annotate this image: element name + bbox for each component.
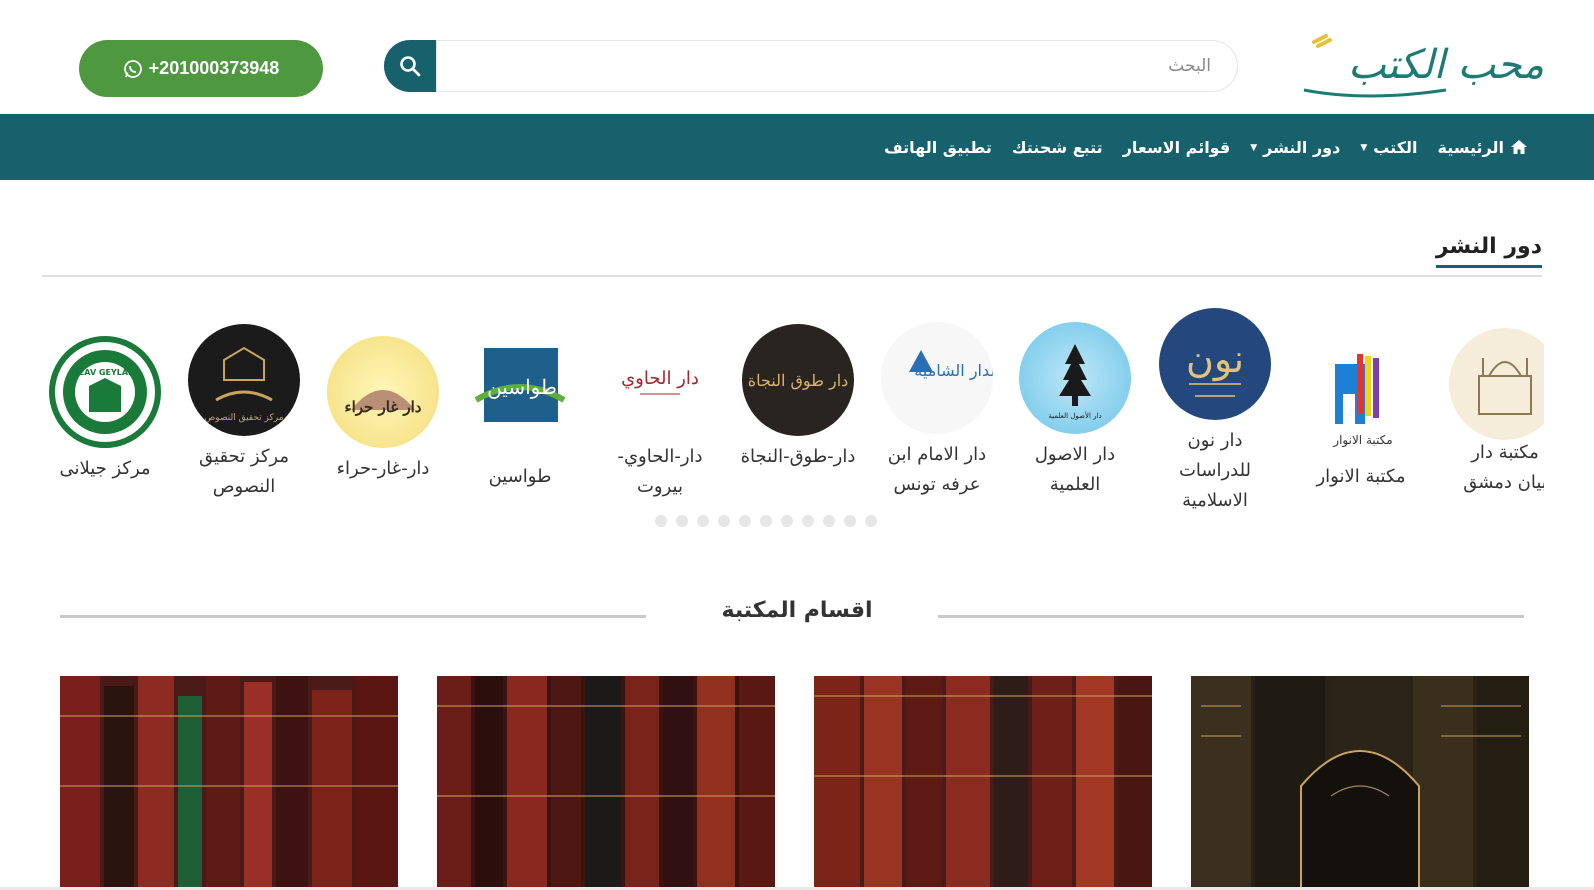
nav-books-label: الكتب (1373, 137, 1418, 157)
category-image (1191, 676, 1529, 890)
publisher-logo: GEAV GEYLANI (49, 336, 161, 448)
carousel-dot[interactable] (676, 515, 688, 527)
category-image (437, 676, 775, 890)
carousel-dot[interactable] (718, 515, 730, 527)
publisher-name: دار نون للدراسات الاسلامية (1178, 430, 1252, 511)
carousel-dot[interactable] (760, 515, 772, 527)
publisher-item[interactable]: طواسين طواسين (455, 344, 585, 492)
nav-track-shipment-label: تتبع شحنتك (1011, 137, 1103, 157)
publisher-name: دار-طوق-النجاة (740, 446, 856, 467)
nav-price-lists-label: قوائم الاسعار (1122, 137, 1231, 157)
publisher-logo: مكتبة الانوار (1305, 344, 1417, 456)
section-divider (42, 275, 1542, 277)
category-card[interactable] (814, 676, 1152, 890)
publisher-logo-text: مكتبة الانوار (1332, 433, 1392, 448)
publisher-logo: دار الحاوي (604, 324, 716, 436)
publisher-logo-text: دار الأصول العلمية (1048, 411, 1101, 420)
publisher-name: مكتبة دار بيان دمشق (1463, 442, 1544, 493)
publisher-logo-text: دار طوق النجاة (748, 371, 849, 390)
publisher-name: مكتبة الانوار (1316, 466, 1406, 487)
publisher-logo-text: GEAV GEYLANI (72, 368, 137, 377)
search-button[interactable] (384, 40, 436, 92)
publisher-item[interactable]: دار طوق النجاة دار-طوق-النجاة (733, 324, 863, 472)
publisher-item[interactable]: مكتبة الانوار مكتبة الانوار (1296, 344, 1426, 492)
category-image (814, 676, 1152, 890)
categories-title: اقسام المكتبة (721, 598, 873, 623)
nav-publishers[interactable]: دور النشر ▼ (1250, 138, 1340, 157)
publisher-name: دار-الحاوي-بيروت (617, 446, 703, 497)
carousel-dot[interactable] (844, 515, 856, 527)
publisher-logo-text: طواسين (487, 375, 557, 399)
category-card[interactable] (1191, 676, 1529, 890)
search-bar (384, 40, 1238, 92)
publisher-logo-text: دار الحاوي (621, 368, 699, 389)
publisher-name: طواسين (488, 466, 552, 487)
publisher-item[interactable]: الدار الشامية دار الامام ابن عرفه تونس (872, 322, 1002, 500)
carousel-dot[interactable] (781, 515, 793, 527)
publisher-name: دار-غار-حراء (336, 458, 430, 479)
publisher-item[interactable]: مكتبة دار بيان دمشق (1440, 328, 1544, 498)
nav-price-lists[interactable]: قوائم الاسعار (1123, 138, 1231, 157)
carousel-dot[interactable] (865, 515, 877, 527)
publisher-item[interactable]: نون دار نون للدراسات الاسلامية (1150, 308, 1280, 516)
publishers-title: دور النشر (1435, 234, 1542, 268)
home-icon (1511, 140, 1527, 154)
nav-books[interactable]: الكتب ▼ (1360, 138, 1417, 157)
publisher-logo (1449, 328, 1544, 440)
publisher-name: دار الاصول العلمية (1034, 444, 1116, 495)
site-logo[interactable]: محب الكتب (1296, 30, 1546, 100)
publisher-logo: نون (1159, 308, 1271, 420)
logo-text: محب الكتب (1348, 42, 1544, 88)
publisher-logo-text: نون (1186, 337, 1244, 382)
carousel-dot[interactable] (739, 515, 751, 527)
publisher-name: دار الامام ابن عرفه تونس (887, 444, 987, 495)
publisher-logo: دار الأصول العلمية (1019, 322, 1131, 434)
publisher-logo-text: مركز تحقيق النصوص (204, 413, 283, 423)
chevron-down-icon: ▼ (1250, 143, 1258, 153)
search-input[interactable] (436, 40, 1238, 92)
section-divider (938, 615, 1524, 618)
carousel-dot[interactable] (655, 515, 667, 527)
nav-home[interactable]: الرئيسية (1438, 138, 1529, 157)
nav-track-shipment[interactable]: تتبع شحنتك (1012, 138, 1103, 157)
carousel-dot[interactable] (697, 515, 709, 527)
publisher-item[interactable]: مركز تحقيق النصوص مركز تحقيق النصوص (179, 324, 309, 502)
whatsapp-phone: +201000373948 (148, 58, 280, 78)
publisher-item[interactable]: دار الحاوي دار-الحاوي-بيروت (595, 324, 725, 502)
chevron-down-icon: ▼ (1360, 143, 1368, 153)
carousel-dot[interactable] (802, 515, 814, 527)
publisher-item[interactable]: دار غار حراء دار-غار-حراء (318, 336, 448, 484)
publisher-name: مركز جيلانى (59, 458, 151, 479)
publisher-item[interactable]: دار الأصول العلمية دار الاصول العلمية (1010, 322, 1140, 500)
publisher-logo: دار غار حراء (327, 336, 439, 448)
publisher-logo: طواسين (464, 344, 576, 456)
whatsapp-icon (123, 59, 142, 78)
publisher-logo-text: دار غار حراء (345, 398, 422, 416)
carousel-dots (655, 515, 877, 527)
category-image (60, 676, 398, 890)
publisher-logo: الدار الشامية (881, 322, 993, 434)
site-header: محب الكتب +201000373948 (0, 0, 1594, 112)
publisher-name: مركز تحقيق النصوص (199, 446, 289, 497)
category-card[interactable] (437, 676, 775, 890)
publisher-logo: مركز تحقيق النصوص (188, 324, 300, 436)
nav-publishers-label: دور النشر (1263, 137, 1341, 157)
search-icon (400, 56, 421, 77)
publisher-logo: دار طوق النجاة (742, 324, 854, 436)
main-navbar: الرئيسية الكتب ▼ دور النشر ▼ قوائم الاسع… (0, 114, 1594, 180)
category-card[interactable] (60, 676, 398, 890)
whatsapp-button[interactable]: +201000373948 (79, 40, 323, 97)
nav-mobile-app[interactable]: تطبيق الهاتف (884, 138, 992, 157)
publishers-carousel: مكتبة دار بيان دمشق مكتبة الانوار مكتبة … (0, 300, 1544, 520)
carousel-dot[interactable] (823, 515, 835, 527)
publisher-item[interactable]: GEAV GEYLANI مركز جيلانى (40, 336, 170, 484)
publisher-logo-text: الدار الشامية (914, 361, 993, 381)
nav-mobile-app-label: تطبيق الهاتف (884, 137, 992, 157)
nav-home-label: الرئيسية (1437, 137, 1505, 157)
